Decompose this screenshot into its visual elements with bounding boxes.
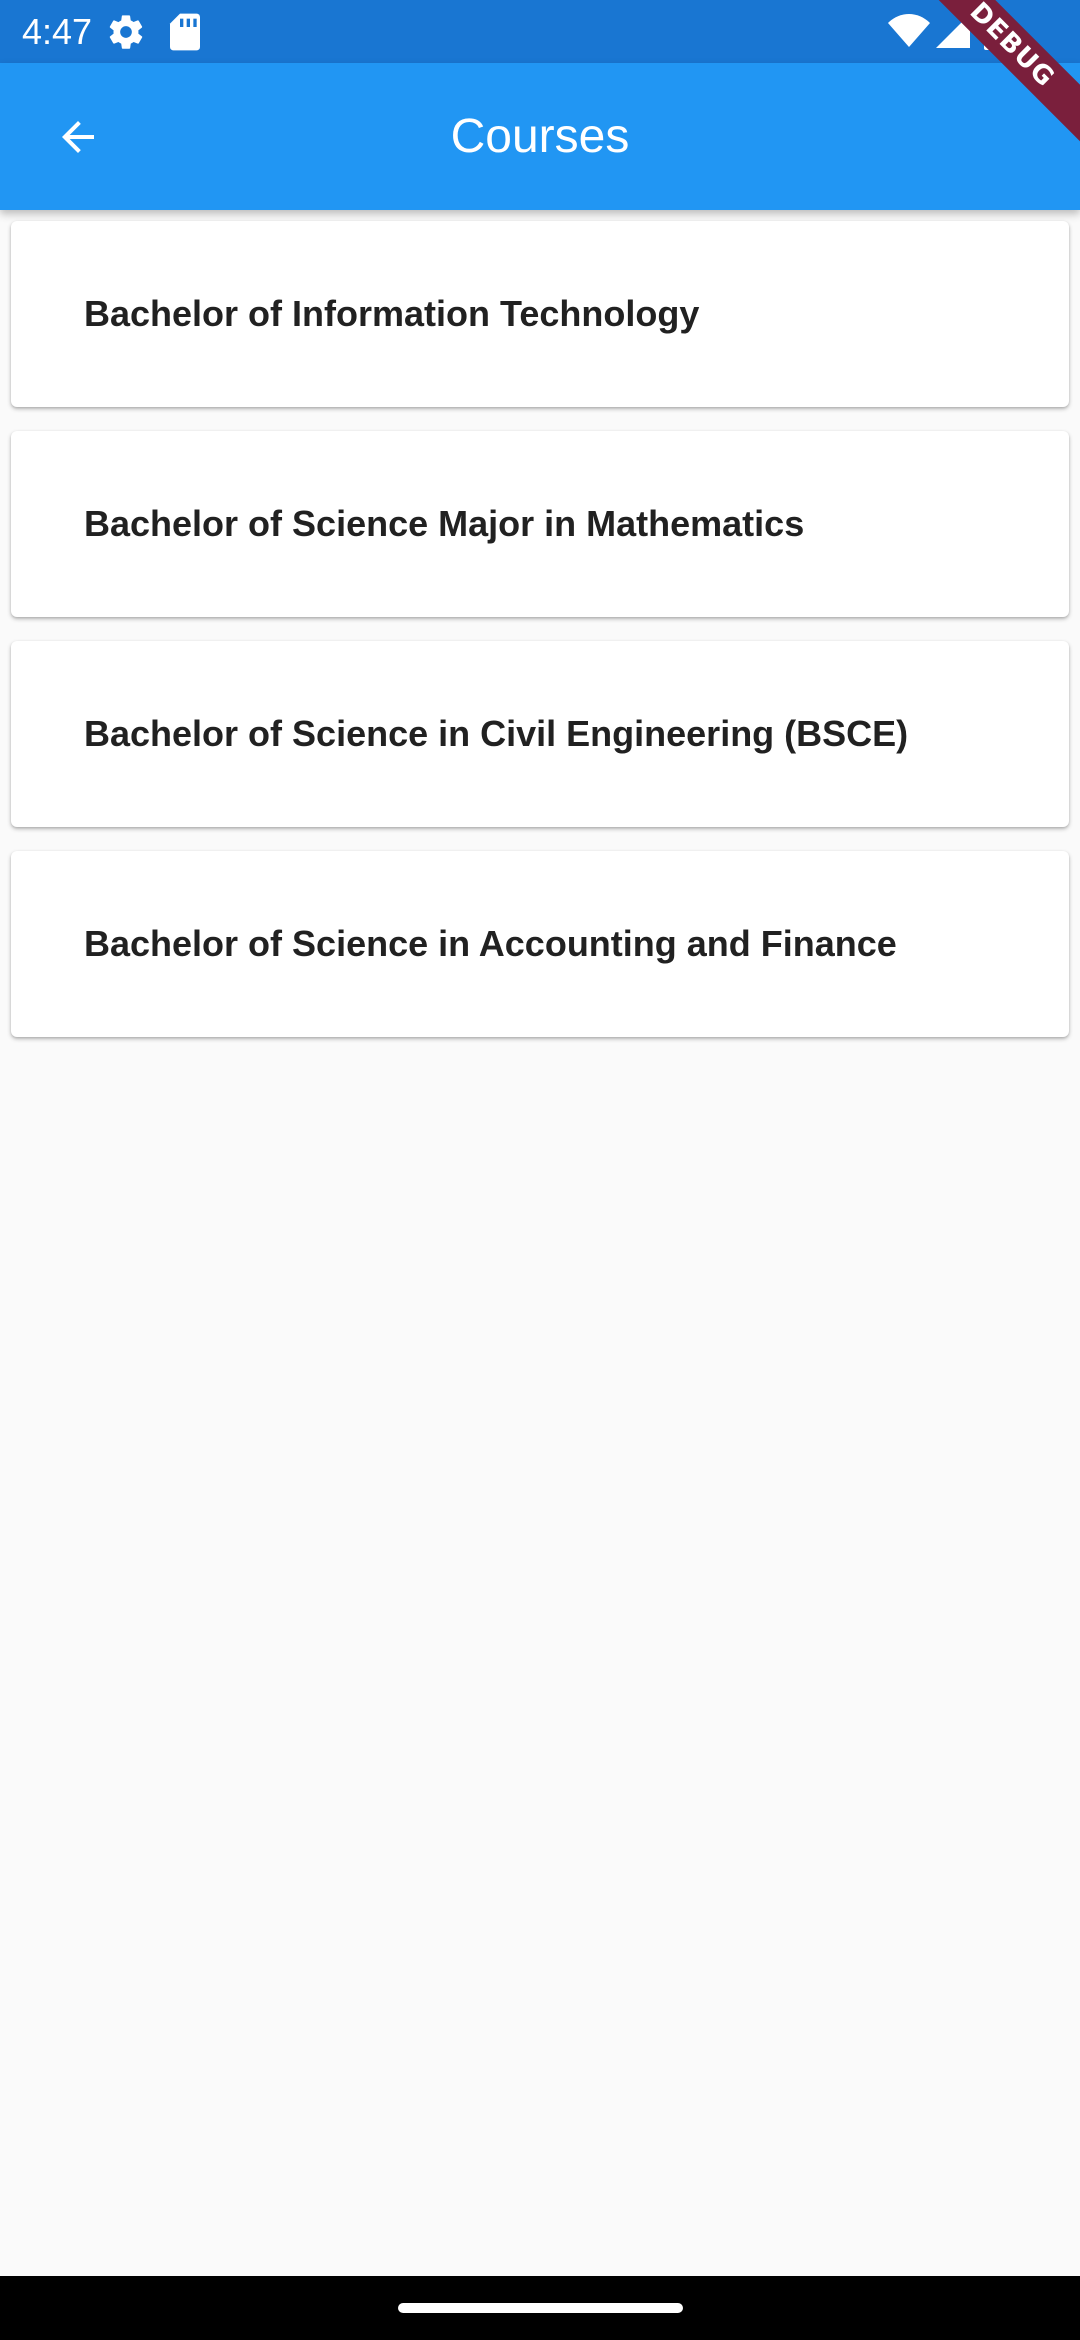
course-title: Bachelor of Science in Accounting and Fi… [84, 923, 897, 964]
back-button[interactable] [36, 95, 120, 179]
page-title: Courses [450, 110, 630, 163]
status-bar: 4:47 [0, 0, 1080, 63]
arrow-back-icon [62, 121, 94, 153]
course-title: Bachelor of Science Major in Mathematics [84, 503, 805, 544]
course-title: Bachelor of Information Technology [84, 293, 700, 334]
course-list: Bachelor of Information Technology Bache… [11, 221, 1069, 1061]
wifi-icon [888, 14, 930, 53]
course-card[interactable]: Bachelor of Science in Accounting and Fi… [11, 851, 1069, 1037]
system-navigation-bar [0, 2276, 1080, 2340]
status-time: 4:47 [22, 11, 93, 52]
course-card[interactable]: Bachelor of Information Technology [11, 221, 1069, 407]
settings-gear-icon [106, 12, 146, 57]
sd-card-icon [168, 12, 202, 57]
home-indicator[interactable] [398, 2303, 683, 2313]
app-bar: Courses [0, 63, 1080, 210]
course-card[interactable]: Bachelor of Science Major in Mathematics [11, 431, 1069, 617]
course-card[interactable]: Bachelor of Science in Civil Engineering… [11, 641, 1069, 827]
course-title: Bachelor of Science in Civil Engineering… [84, 713, 909, 754]
